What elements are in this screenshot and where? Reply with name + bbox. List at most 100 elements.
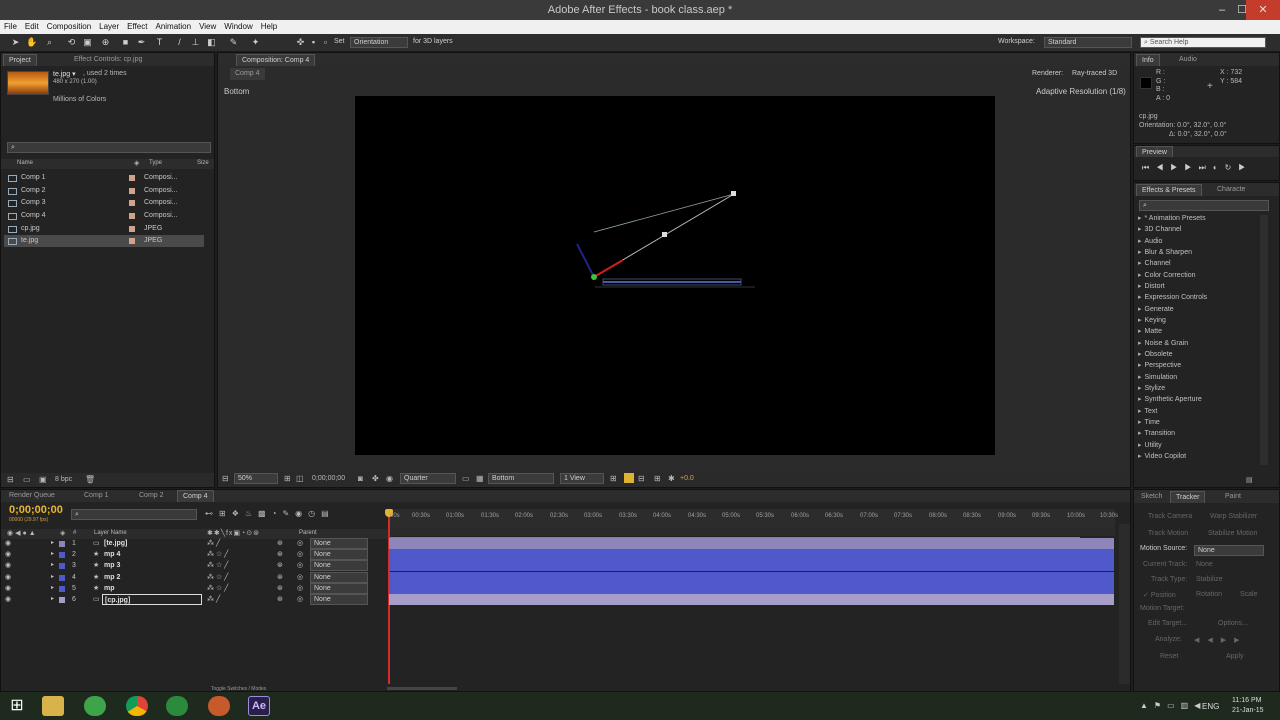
tab-effects-presets[interactable]: Effects & Presets [1136,184,1202,196]
mute-icon[interactable]: ◐ [1213,163,1225,172]
parent-pickwhip-icon[interactable]: ◎ [297,583,303,594]
menu-window[interactable]: Window [220,20,256,31]
fast-preview-icon[interactable] [624,473,634,483]
tab-info[interactable]: Info [1136,54,1160,66]
effect-category[interactable]: Distort [1138,281,1258,292]
eye-icon[interactable]: ◉ [5,560,11,571]
effect-category[interactable]: Synthetic Aperture [1138,394,1258,405]
network-icon[interactable]: ▥ [1181,701,1195,710]
3d-layer-icon[interactable]: ⊛ [277,594,283,605]
timeline-layer[interactable]: ◉ ▸ 2 ★ mp 4 ⁂ ☆ ╱ ⊛ ◎ None [0,549,1130,560]
effect-category[interactable]: Noise & Grain [1138,338,1258,349]
zoom-tool-icon[interactable]: ⌕ [44,37,55,48]
menu-animation[interactable]: Animation [151,20,195,31]
eye-icon[interactable]: ◉ [5,594,11,605]
brainstorm-icon[interactable]: ✎ [282,509,295,518]
view-axis-icon[interactable]: ▫ [320,37,331,48]
layer-label-color[interactable] [59,597,65,603]
puppet-tool-icon[interactable]: ✦ [250,37,261,48]
timeline-layer[interactable]: ◉ ▸ 3 ★ mp 3 ⁂ ☆ ╱ ⊛ ◎ None [0,560,1130,571]
ram-preview-icon[interactable]: ▶ [1238,163,1252,172]
file-explorer-icon[interactable] [42,696,64,716]
project-item-selected[interactable]: te.jpg JPEG [4,235,204,247]
renderer-value[interactable]: Ray-traced 3D [1072,70,1117,77]
tab-comp-2[interactable]: Comp 2 [134,490,169,502]
label-column-icon[interactable]: ◈ [134,159,139,167]
exposure-reset-icon[interactable]: ✱ [668,474,675,483]
rectangle-tool-icon[interactable]: ■ [120,37,131,48]
layer-duration-bar[interactable] [389,538,1114,549]
after-effects-taskbar-icon[interactable]: Ae [248,696,270,716]
menu-view[interactable]: View [195,20,220,31]
layer-label-color[interactable] [59,575,65,581]
draft-3d-icon[interactable]: ❖ [232,509,245,518]
new-preset-icon[interactable]: ▤ [1246,476,1253,484]
analyze-forward-frame-icon[interactable]: ▶ [1234,637,1247,644]
project-item[interactable]: cp.jpg JPEG [4,223,204,235]
column-layer-name[interactable]: Layer Name [94,530,127,536]
tab-composition[interactable]: Composition: Comp 4 [236,54,316,66]
3d-layer-icon[interactable]: ⊛ [277,583,283,594]
parent-dropdown[interactable]: None [310,560,368,571]
show-snapshot-icon[interactable]: ✤ [372,474,379,483]
browser-icon[interactable] [166,696,188,716]
effect-category[interactable]: Utility [1138,440,1258,451]
effect-category[interactable]: 3D Channel [1138,224,1258,235]
3d-layer-icon[interactable]: ⊛ [277,560,283,571]
layer-switches[interactable]: ⁂ ☆ ╱ [207,549,228,560]
selected-item-name[interactable]: te.jpg ▾ [53,70,76,78]
frame-blending-icon[interactable]: ▩ [258,509,272,518]
comp-mini-flowchart-icon[interactable]: ⊷ [205,509,219,518]
view-layout-dropdown[interactable]: 1 View [560,473,604,484]
search-help-input[interactable]: ⌕ Search Help [1140,37,1266,48]
effect-category[interactable]: Audio [1138,236,1258,247]
effect-category[interactable]: Text [1138,406,1258,417]
current-time-display[interactable]: 0;00;00;00 [312,475,345,482]
expand-arrow-icon[interactable]: ▸ [51,549,54,560]
scale-checkbox[interactable]: Scale [1240,591,1258,598]
layer-name[interactable]: mp 2 [104,572,120,583]
shy-layers-icon[interactable]: ♨ [245,509,258,518]
composition-viewer[interactable] [355,96,995,455]
effect-category[interactable]: Blur & Sharpen [1138,247,1258,258]
layer-duration-bar[interactable] [389,549,1114,560]
menu-help[interactable]: Help [257,20,281,31]
stabilize-motion-button[interactable]: Stabilize Motion [1208,530,1257,537]
eye-icon[interactable]: ◉ [5,538,11,549]
transparency-grid-icon[interactable]: ▦ [476,474,484,483]
next-frame-icon[interactable]: ▶ [1184,163,1198,172]
layer-switches[interactable]: ⁂ ☆ ╱ [207,583,228,594]
project-item[interactable]: Comp 3 Composi... [4,197,204,209]
tab-project[interactable]: Project [3,54,37,66]
analyze-back-frame-icon[interactable]: ◀ [1194,637,1207,644]
tab-comp-1[interactable]: Comp 1 [79,490,114,502]
snapshot-icon[interactable]: ◙ [358,474,363,483]
motion-blur-icon[interactable]: ◔ [272,509,283,518]
brush-tool-icon[interactable]: / [174,37,185,48]
column-type[interactable]: Type [149,160,162,166]
layer-name[interactable]: mp 3 [104,560,120,571]
tab-render-queue[interactable]: Render Queue [4,490,60,502]
timeline-search-input[interactable]: ⌕ [71,509,197,520]
new-folder-icon[interactable]: ▭ [23,475,31,484]
orientation-dropdown[interactable]: Orientation [350,37,408,48]
motion-source-dropdown[interactable]: None [1194,545,1264,556]
layer-switches[interactable]: ⁂ ☆ ╱ [207,572,228,583]
local-axis-icon[interactable]: ✜ [295,37,306,48]
expand-arrow-icon[interactable]: ▸ [51,583,54,594]
expand-arrow-icon[interactable]: ▸ [51,572,54,583]
layer-switches[interactable]: ⁂ ☆ ╱ [207,560,228,571]
tab-audio[interactable]: Audio [1174,54,1202,66]
menu-composition[interactable]: Composition [43,20,95,31]
previous-frame-icon[interactable]: ◀ [1156,163,1170,172]
trash-icon[interactable]: 🗑 [85,475,95,484]
interpret-footage-icon[interactable]: ⊟ [7,475,14,484]
layer-duration-bar[interactable] [389,594,1114,605]
camera-tool-icon[interactable]: ▣ [82,37,93,48]
layer-duration-bar[interactable] [389,583,1114,594]
tab-sketch[interactable]: Sketch [1136,491,1167,503]
time-navigator-icon[interactable]: ▤ [321,509,335,518]
pen-tool-icon[interactable]: ✒ [136,37,147,48]
effect-category[interactable]: Simulation [1138,372,1258,383]
tab-paint[interactable]: Paint [1220,491,1246,503]
